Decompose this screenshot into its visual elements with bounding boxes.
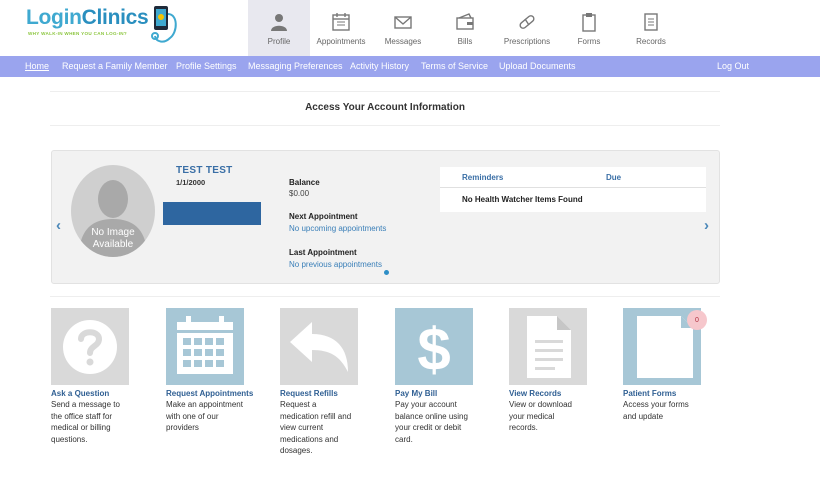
sub-nav-upload-documents[interactable]: Upload Documents <box>499 61 576 71</box>
tile-request-refills: Request Refills Request a medication ref… <box>280 308 388 457</box>
view-records-button[interactable] <box>509 308 587 385</box>
pill-icon <box>519 15 535 29</box>
tile-request-appointments: Request Appointments Make an appointment… <box>166 308 274 434</box>
pay-my-bill-button[interactable]: $ <box>395 308 473 385</box>
last-appointment-link[interactable]: No previous appointments <box>289 260 382 269</box>
divider <box>440 187 706 188</box>
due-column-header: Due <box>606 173 622 182</box>
redacted-info-bar <box>163 202 261 225</box>
logo-text-part1: Login <box>26 6 82 29</box>
avatar-caption: No Image Available <box>91 227 135 250</box>
patient-forms-button[interactable]: 0 <box>623 308 707 385</box>
top-nav-bills[interactable]: Bills <box>434 0 496 56</box>
last-appointment-label: Last Appointment <box>289 248 357 257</box>
top-nav-label: Forms <box>577 37 601 46</box>
top-nav-label: Prescriptions <box>503 37 551 46</box>
carousel-next-button[interactable]: › <box>704 217 709 234</box>
account-summary-card: ‹ › No Image Available TEST TEST 1/1/200… <box>51 150 720 284</box>
sub-nav-request-family-member[interactable]: Request a Family Member <box>62 61 168 71</box>
wallet-icon <box>456 13 474 30</box>
reminders-empty-message: No Health Watcher Items Found <box>462 195 583 204</box>
document-icon <box>644 13 658 31</box>
logo-text: LoginClinics <box>26 6 149 30</box>
logo[interactable]: LoginClinics WHY WALK-IN WHEN YOU CAN LO… <box>26 6 186 50</box>
top-nav-forms[interactable]: Forms <box>558 0 620 56</box>
request-appointments-button[interactable] <box>166 308 244 385</box>
carousel-prev-button[interactable]: ‹ <box>56 217 61 234</box>
tile-view-records: View Records View or download your medic… <box>509 308 617 434</box>
next-appointment-link[interactable]: No upcoming appointments <box>289 224 386 233</box>
sub-nav-home[interactable]: Home <box>25 61 49 71</box>
tile-title[interactable]: Patient Forms <box>623 389 731 398</box>
sub-nav-terms-of-service[interactable]: Terms of Service <box>421 61 488 71</box>
calendar-icon <box>332 13 350 31</box>
logout-link[interactable]: Log Out <box>717 61 749 71</box>
top-nav-label: Profile <box>267 37 291 46</box>
calendar-icon <box>177 316 233 374</box>
reminders-table: Reminders Due No Health Watcher Items Fo… <box>440 167 706 212</box>
logo-text-part2: Clinics <box>81 6 149 29</box>
sub-nav-messaging-preferences[interactable]: Messaging Preferences <box>248 61 343 71</box>
top-nav: Profile Appointments Messages Bills Pres… <box>248 0 682 56</box>
reply-arrow-icon <box>290 322 348 372</box>
patient-dob: 1/1/2000 <box>176 178 206 187</box>
tile-title[interactable]: View Records <box>509 389 617 398</box>
ask-question-button[interactable] <box>51 308 129 385</box>
svg-text:$: $ <box>417 316 450 383</box>
envelope-icon <box>394 16 412 29</box>
document-icon <box>527 316 571 378</box>
profile-icon <box>271 14 287 31</box>
header: LoginClinics WHY WALK-IN WHEN YOU CAN LO… <box>0 0 820 56</box>
top-nav-label: Messages <box>384 37 422 46</box>
tile-description: Access your forms and update <box>623 400 689 421</box>
page-title: Access Your Account Information <box>305 102 465 113</box>
tile-description: View or download your medical records. <box>509 400 573 432</box>
top-nav-label: Appointments <box>316 37 366 46</box>
sub-nav-profile-settings[interactable]: Profile Settings <box>176 61 237 71</box>
sub-nav: Home Request a Family Member Profile Set… <box>0 56 820 77</box>
top-nav-label: Bills <box>457 37 473 46</box>
top-nav-appointments[interactable]: Appointments <box>310 0 372 56</box>
top-nav-prescriptions[interactable]: Prescriptions <box>496 0 558 56</box>
tile-title[interactable]: Ask a Question <box>51 389 159 398</box>
tile-patient-forms: 0 Patient Forms Access your forms and up… <box>623 308 731 422</box>
tile-title[interactable]: Request Appointments <box>166 389 274 398</box>
tile-title[interactable]: Request Refills <box>280 389 388 398</box>
divider <box>50 91 720 92</box>
balance-value: $0.00 <box>289 189 310 198</box>
top-nav-profile[interactable]: Profile <box>248 0 310 56</box>
logo-tagline: WHY WALK-IN WHEN YOU CAN LOG-IN? <box>28 31 128 36</box>
tile-title[interactable]: Pay My Bill <box>395 389 503 398</box>
divider <box>50 125 720 126</box>
request-refills-button[interactable] <box>280 308 358 385</box>
avatar: No Image Available <box>71 165 155 257</box>
balance-label: Balance <box>289 178 320 187</box>
tile-description: Request a medication refill and view cur… <box>280 400 352 455</box>
top-nav-records[interactable]: Records <box>620 0 682 56</box>
tile-description: Send a message to the office staff for m… <box>51 400 120 444</box>
next-appointment-label: Next Appointment <box>289 212 358 221</box>
carousel-indicator-dot[interactable] <box>384 270 389 275</box>
sub-nav-activity-history[interactable]: Activity History <box>350 61 409 71</box>
divider <box>50 296 720 297</box>
question-icon <box>63 320 117 374</box>
tile-ask-a-question: Ask a Question Send a message to the off… <box>51 308 159 445</box>
notification-badge: 0 <box>687 310 707 330</box>
dollar-icon: $ <box>417 316 450 383</box>
tile-pay-my-bill: $ Pay My Bill Pay your account balance o… <box>395 308 503 445</box>
tile-description: Pay your account balance online using yo… <box>395 400 468 444</box>
reminders-column-header: Reminders <box>462 173 504 182</box>
patient-name: TEST TEST <box>176 165 233 176</box>
top-nav-label: Records <box>636 37 666 46</box>
clipboard-icon <box>582 13 596 32</box>
phone-stethoscope-icon <box>151 6 177 43</box>
top-nav-messages[interactable]: Messages <box>372 0 434 56</box>
tile-description: Make an appointment with one of our prov… <box>166 400 243 432</box>
